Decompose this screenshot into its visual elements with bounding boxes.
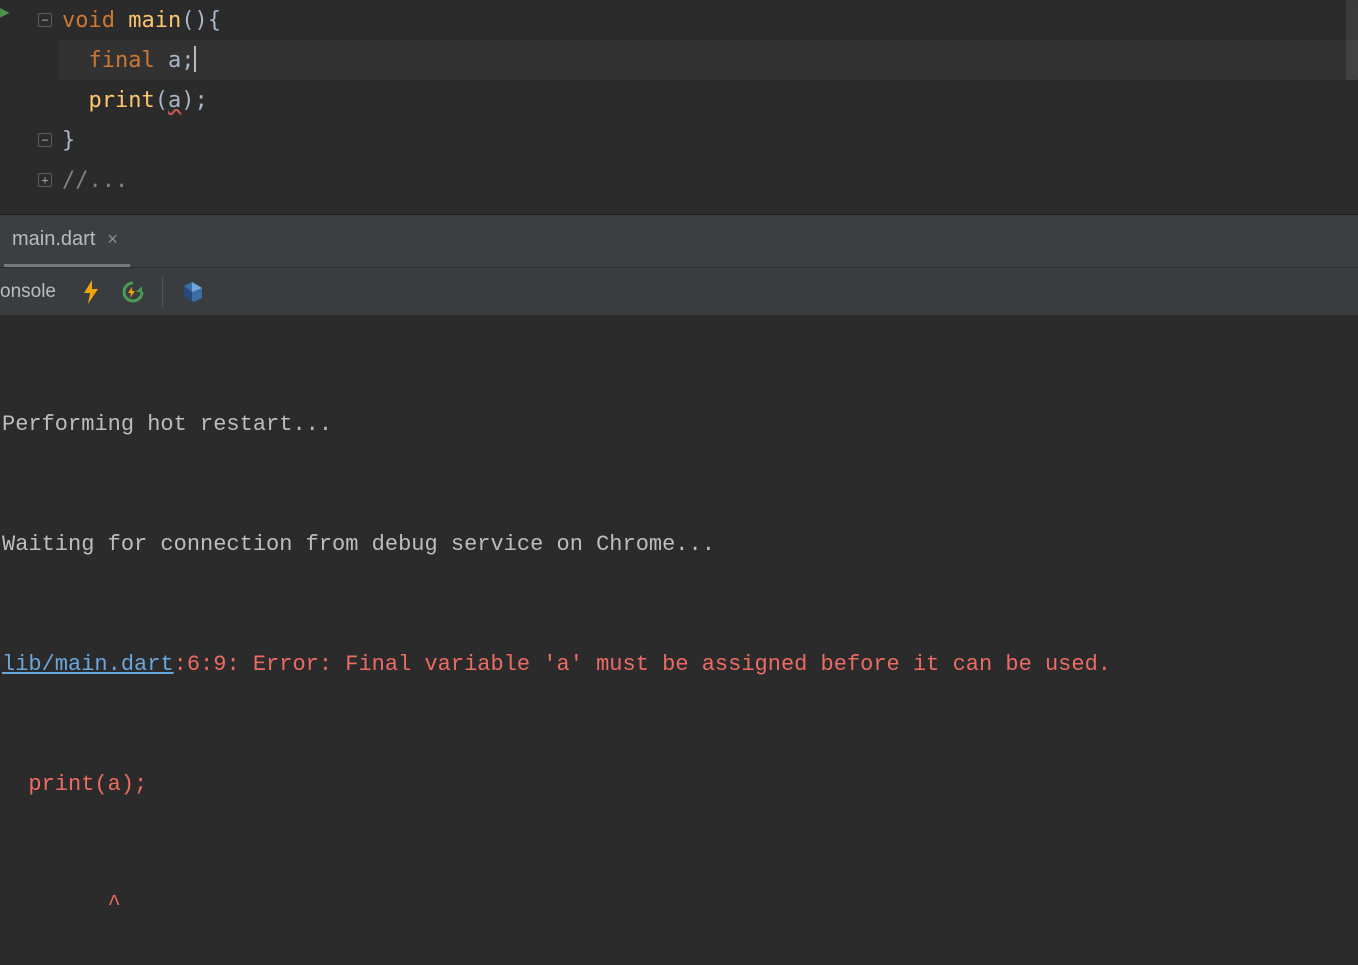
close-icon[interactable]: × (107, 229, 118, 250)
console-tab[interactable]: onsole (0, 281, 62, 303)
error-file-link[interactable]: lib/main.dart (2, 652, 174, 677)
code-token: final (89, 48, 155, 73)
code-editor[interactable]: ▶−−+ void main(){ final a; print(a);}//.… (0, 0, 1358, 214)
gutter-line: − (0, 120, 58, 160)
gutter-line (0, 80, 58, 120)
run-tab-strip: main.dart × (0, 214, 1358, 267)
code-token: (){ (181, 8, 221, 33)
hot-restart-icon[interactable] (120, 279, 146, 305)
code-line[interactable]: void main(){ (58, 0, 1358, 40)
console-line: Waiting for connection from debug servic… (0, 525, 1358, 565)
code-token: void (62, 8, 115, 33)
code-token (155, 48, 168, 73)
code-token: } (62, 128, 75, 153)
console-error-caret: ^ (0, 885, 1358, 925)
editor-gutter: ▶−−+ (0, 0, 58, 214)
fold-collapse-icon[interactable]: − (38, 133, 52, 147)
error-message: :6:9: Error: Final variable 'a' must be … (174, 652, 1111, 677)
code-token: a (168, 48, 181, 73)
code-token: ( (155, 88, 168, 113)
code-line[interactable]: } (58, 120, 1358, 160)
console-line: Performing hot restart... (0, 405, 1358, 445)
text-caret (194, 46, 196, 72)
editor-scrollbar-thumb[interactable] (1346, 0, 1358, 80)
code-token: ); (181, 88, 208, 113)
run-gutter-icon[interactable]: ▶ (0, 2, 10, 21)
toolbar-divider (162, 277, 163, 307)
code-token: ; (181, 48, 194, 73)
code-token: a (168, 88, 181, 113)
fold-collapse-icon[interactable]: − (38, 13, 52, 27)
console-error-code: print(a); (0, 765, 1358, 805)
console-error-line: lib/main.dart:6:9: Error: Final variable… (0, 645, 1358, 685)
lightning-icon[interactable] (78, 279, 104, 305)
code-token: print (89, 88, 155, 113)
console-output[interactable]: Performing hot restart... Waiting for co… (0, 315, 1358, 965)
fold-expand-icon[interactable]: + (38, 173, 52, 187)
code-line[interactable]: //... (58, 160, 1358, 200)
dart-icon (179, 279, 205, 305)
code-token: //... (62, 168, 128, 193)
gutter-line: ▶− (0, 0, 58, 40)
gutter-line: + (0, 160, 58, 200)
code-lines[interactable]: void main(){ final a; print(a);} //... (58, 0, 1358, 200)
tab-label: main.dart (12, 228, 95, 251)
code-token: main (128, 8, 181, 33)
run-toolbar: onsole (0, 267, 1358, 315)
code-line[interactable]: print(a); (58, 80, 1358, 120)
gutter-line (0, 40, 58, 80)
code-line[interactable]: final a; (58, 40, 1358, 80)
code-token (115, 8, 128, 33)
tab-main-dart[interactable]: main.dart × (4, 215, 130, 267)
